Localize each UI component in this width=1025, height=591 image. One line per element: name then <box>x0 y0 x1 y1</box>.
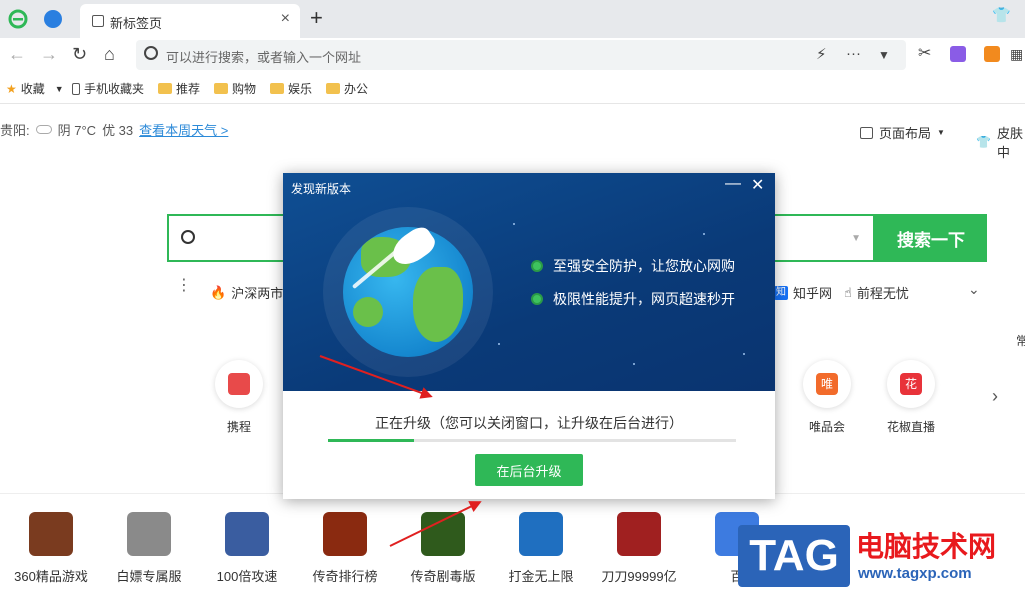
vip-icon: 唯 <box>803 360 851 408</box>
scissors-icon[interactable]: ✂ <box>918 44 931 64</box>
watermark-name: 电脑技术网 <box>856 531 997 562</box>
address-bar[interactable]: 可以进行搜索，或者输入一个网址 ⚡ ··· ▼ <box>136 40 906 70</box>
hot-link-qiancheng[interactable]: ☝ 前程无忧 <box>844 283 909 302</box>
grid-icon[interactable]: ▦ <box>1010 44 1023 64</box>
search-icon <box>144 46 158 60</box>
bookmark-favorites[interactable]: ★ 收藏 ▼ <box>6 80 64 97</box>
chevron-down-icon[interactable]: ⌄ <box>968 281 980 298</box>
ctrip-icon <box>215 360 263 408</box>
progress-fill <box>328 439 414 442</box>
check-dot-icon <box>531 293 543 305</box>
page-layout-button[interactable]: 页面布局 ▼ <box>860 123 945 142</box>
game-item[interactable]: 白嫖专属服 <box>104 512 194 585</box>
folder-icon <box>158 83 172 94</box>
watermark-tag: TAG <box>738 525 850 587</box>
weather-widget: 贵阳: 阴 7°C 优 33 查看本周天气 > <box>0 120 228 139</box>
translate-icon[interactable] <box>950 46 966 62</box>
game-icon <box>323 512 367 556</box>
game-item[interactable]: 刀刀99999亿 <box>594 512 684 585</box>
bookmark-mobile[interactable]: 手机收藏夹 <box>72 80 144 97</box>
game-icon <box>519 512 563 556</box>
close-icon[interactable]: ✕ <box>751 175 764 195</box>
update-dialog: 发现新版本 — ✕ 至强安全防护，让您放心网购 极限性能提升，网页超速秒开 正在… <box>283 173 775 499</box>
game-item[interactable]: 传奇剧毒版 <box>398 512 488 585</box>
browser-logo-icon[interactable] <box>8 9 28 29</box>
edge-label: 常 <box>1016 334 1025 348</box>
bookmark-folder-shopping[interactable]: 购物 <box>214 80 256 97</box>
site-huajiao[interactable]: 花 花椒直播 <box>871 360 951 435</box>
game-icon <box>225 512 269 556</box>
watermark: TAG 电脑技术网 www.tagxp.com <box>738 521 1025 591</box>
game-item[interactable]: 360精品游戏 <box>6 512 96 585</box>
more-icon[interactable]: ··· <box>846 45 861 62</box>
skin-icon[interactable]: 👕 <box>992 6 1011 24</box>
cloud-icon <box>35 125 52 134</box>
game-icon[interactable] <box>984 46 1000 62</box>
chevron-right-icon[interactable]: › <box>992 386 998 407</box>
game-item[interactable]: 传奇排行榜 <box>300 512 390 585</box>
search-icon <box>181 230 195 244</box>
folder-icon <box>326 83 340 94</box>
skin-button[interactable]: 👕 皮肤中 <box>976 123 1025 161</box>
zhihu-icon: 知 <box>774 285 788 300</box>
dialog-title: 发现新版本 <box>291 182 352 196</box>
caret-down-icon: ▼ <box>937 128 945 137</box>
hand-icon: ☝ <box>844 284 852 300</box>
feature-item: 至强安全防护，让您放心网购 <box>531 256 735 276</box>
hot-link-zhihu[interactable]: 知 知乎网 <box>774 283 832 302</box>
forward-icon[interactable]: → <box>40 44 58 64</box>
star-icon: ★ <box>6 81 17 96</box>
weather-condition: 阴 7°C <box>57 123 97 138</box>
folder-icon <box>214 83 228 94</box>
lightning-icon[interactable]: ⚡ <box>816 45 827 63</box>
check-dot-icon <box>531 260 543 272</box>
bookmark-folder-entertainment[interactable]: 娱乐 <box>270 80 312 97</box>
phone-icon <box>72 82 80 95</box>
game-icon <box>617 512 661 556</box>
shirt-icon: 👕 <box>976 135 991 149</box>
more-vertical-icon[interactable]: ⋮ <box>176 278 192 294</box>
dropdown-icon[interactable]: ▼ <box>851 233 861 244</box>
tab-new[interactable]: 新标签页 × <box>80 4 300 38</box>
site-ctrip[interactable]: 携程 <box>199 360 279 435</box>
back-icon[interactable]: ← <box>8 44 26 64</box>
background-upgrade-button[interactable]: 在后台升级 <box>475 454 583 486</box>
address-placeholder: 可以进行搜索，或者输入一个网址 <box>166 50 362 65</box>
hot-link-left[interactable]: 🔥 沪深两市 <box>210 283 283 302</box>
new-tab-button[interactable]: + <box>310 6 323 30</box>
page-icon <box>92 15 104 27</box>
tab-title: 新标签页 <box>110 16 163 31</box>
huajiao-icon: 花 <box>887 360 935 408</box>
game-item[interactable]: 100倍攻速 <box>202 512 292 585</box>
feature-item: 极限性能提升，网页超速秒开 <box>531 289 735 309</box>
layout-icon <box>860 126 873 139</box>
watermark-url: www.tagxp.com <box>858 565 972 582</box>
bookmarks-bar: ★ 收藏 ▼ 手机收藏夹 推荐 购物 娱乐 办公 <box>0 72 1025 104</box>
refresh-icon[interactable]: ↻ <box>72 44 87 64</box>
dialog-banner: 发现新版本 — ✕ 至强安全防护，让您放心网购 极限性能提升，网页超速秒开 <box>283 173 775 391</box>
minimize-icon[interactable]: — <box>725 175 741 193</box>
toolbar: ← → ↻ ⌂ 可以进行搜索，或者输入一个网址 ⚡ ··· ▼ ✂ ▦ <box>0 38 1025 72</box>
weather-city: 贵阳: <box>0 123 30 138</box>
close-icon[interactable]: × <box>281 10 290 28</box>
upgrade-progress <box>328 439 736 442</box>
weather-link[interactable]: 查看本周天气 > <box>139 120 228 139</box>
home-icon[interactable]: ⌂ <box>104 44 115 64</box>
search-button[interactable]: 搜索一下 <box>875 214 987 262</box>
site-vip[interactable]: 唯 唯品会 <box>787 360 867 435</box>
bookmark-folder-recommend[interactable]: 推荐 <box>158 80 200 97</box>
weather-air: 优 33 <box>102 123 134 138</box>
tab-bar: 新标签页 × + 👕 <box>0 0 1025 38</box>
game-icon <box>29 512 73 556</box>
fire-icon: 🔥 <box>210 284 227 300</box>
chevron-down-icon[interactable]: ▼ <box>878 48 890 62</box>
caret-down-icon: ▼ <box>54 83 64 94</box>
game-item[interactable]: 打金无上限 <box>496 512 586 585</box>
bookmark-folder-office[interactable]: 办公 <box>326 80 368 97</box>
game-icon <box>127 512 171 556</box>
send-icon[interactable] <box>44 10 62 28</box>
upgrade-status: 正在升级（您可以关闭窗口，让升级在后台进行） <box>375 415 683 431</box>
folder-icon <box>270 83 284 94</box>
